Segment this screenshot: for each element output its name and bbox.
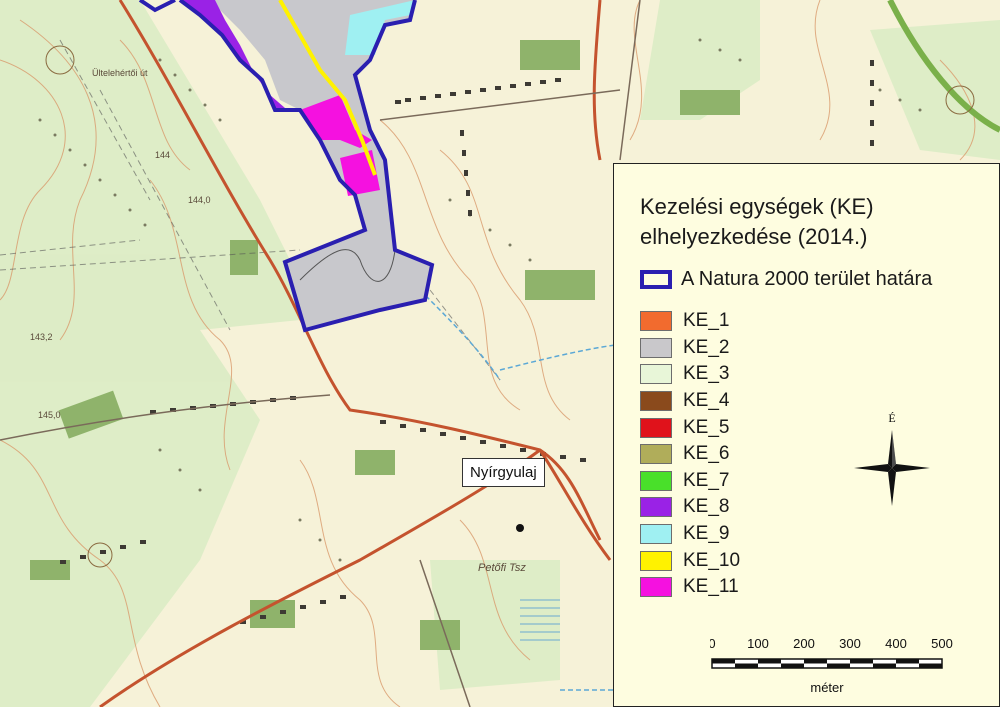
legend-swatch (640, 311, 672, 332)
legend-item-ke-6: KE_6 (640, 441, 740, 468)
scale-tick-label: 200 (793, 636, 815, 651)
svg-text:É: É (888, 412, 895, 425)
scale-segment (896, 659, 919, 664)
legend-item-ke-7: KE_7 (640, 468, 740, 495)
legend-label: KE_11 (683, 576, 739, 598)
legend-swatch (640, 550, 672, 571)
scale-tick-label: 100 (747, 636, 769, 651)
legend-label: KE_9 (683, 523, 730, 545)
scale-segment (827, 663, 850, 668)
scale-tick-label: 300 (839, 636, 861, 651)
legend-swatch (640, 391, 672, 412)
scale-segment (873, 663, 896, 668)
scale-tick-label: 0 (710, 636, 716, 651)
legend-item-ke-2: KE_2 (640, 335, 740, 362)
legend-label: KE_7 (683, 469, 730, 491)
legend-label: KE_8 (683, 496, 730, 518)
legend-item-ke-3: KE_3 (640, 361, 740, 388)
scale-tick-label: 500 (931, 636, 953, 651)
scale-segment (919, 663, 942, 668)
legend-label: KE_3 (683, 363, 730, 385)
legend-label: KE_4 (683, 390, 730, 412)
legend-title: Kezelési egységek (KE) elhelyezkedése (2… (640, 192, 874, 252)
legend-label: KE_6 (683, 443, 730, 465)
legend-swatch (640, 524, 672, 545)
legend-boundary-row: A Natura 2000 terület határa (640, 265, 932, 293)
boundary-label: A Natura 2000 terület határa (681, 267, 933, 290)
scale-segment (735, 663, 758, 668)
scale-tick-label: 400 (885, 636, 907, 651)
town-label: Nyírgyulaj (462, 458, 545, 487)
scale-segment (712, 659, 735, 664)
north-arrow-icon: É (854, 412, 930, 506)
place-label: Petőfi Tsz (478, 562, 526, 574)
spot-height-3: 143,2 (30, 332, 53, 342)
spot-height-4: 145,0 (38, 410, 61, 420)
legend-item-ke-5: KE_5 (640, 414, 740, 441)
legend-item-ke-11: KE_11 (640, 574, 740, 601)
boundary-swatch (640, 269, 672, 289)
map-legend: Kezelési egységek (KE) elhelyezkedése (2… (613, 163, 1000, 707)
legend-label: KE_5 (683, 416, 730, 438)
scale-segment (758, 659, 781, 664)
legend-item-ke-8: KE_8 (640, 494, 740, 521)
legend-swatch (640, 417, 672, 438)
legend-swatch (640, 577, 672, 598)
svg-text:méter: méter (810, 680, 844, 695)
legend-item-ke-10: KE_10 (640, 547, 740, 574)
legend-item-ke-9: KE_9 (640, 521, 740, 548)
church-marker (516, 524, 524, 532)
spot-height-2: 144,0 (188, 195, 211, 205)
legend-swatch (640, 337, 672, 358)
legend-swatch (640, 470, 672, 491)
scale-bar: 0 100 200 300 400 500 méter (710, 636, 953, 695)
legend-swatch (640, 497, 672, 518)
legend-swatch (640, 364, 672, 385)
legend-title-line1: Kezelési egységek (KE) (640, 194, 874, 219)
scale-segment (850, 659, 873, 664)
legend-title-line2: elhelyezkedése (2014.) (640, 224, 868, 249)
spot-height-1: 144 (155, 150, 171, 160)
scale-segment (781, 663, 804, 668)
legend-label: KE_2 (683, 336, 730, 358)
legend-unit-list: KE_1 KE_2 KE_3 KE_4 KE_5 KE_6 KE_7 KE_8 KE_9 KE_1… (640, 308, 740, 601)
legend-item-ke-1: KE_1 (640, 308, 740, 335)
scale-segment (804, 659, 827, 664)
legend-label: KE_10 (683, 549, 741, 571)
legend-label: KE_1 (683, 310, 730, 332)
legend-item-ke-4: KE_4 (640, 388, 740, 415)
legend-swatch (640, 444, 672, 465)
road-label: Ültelehértői út (92, 68, 148, 78)
